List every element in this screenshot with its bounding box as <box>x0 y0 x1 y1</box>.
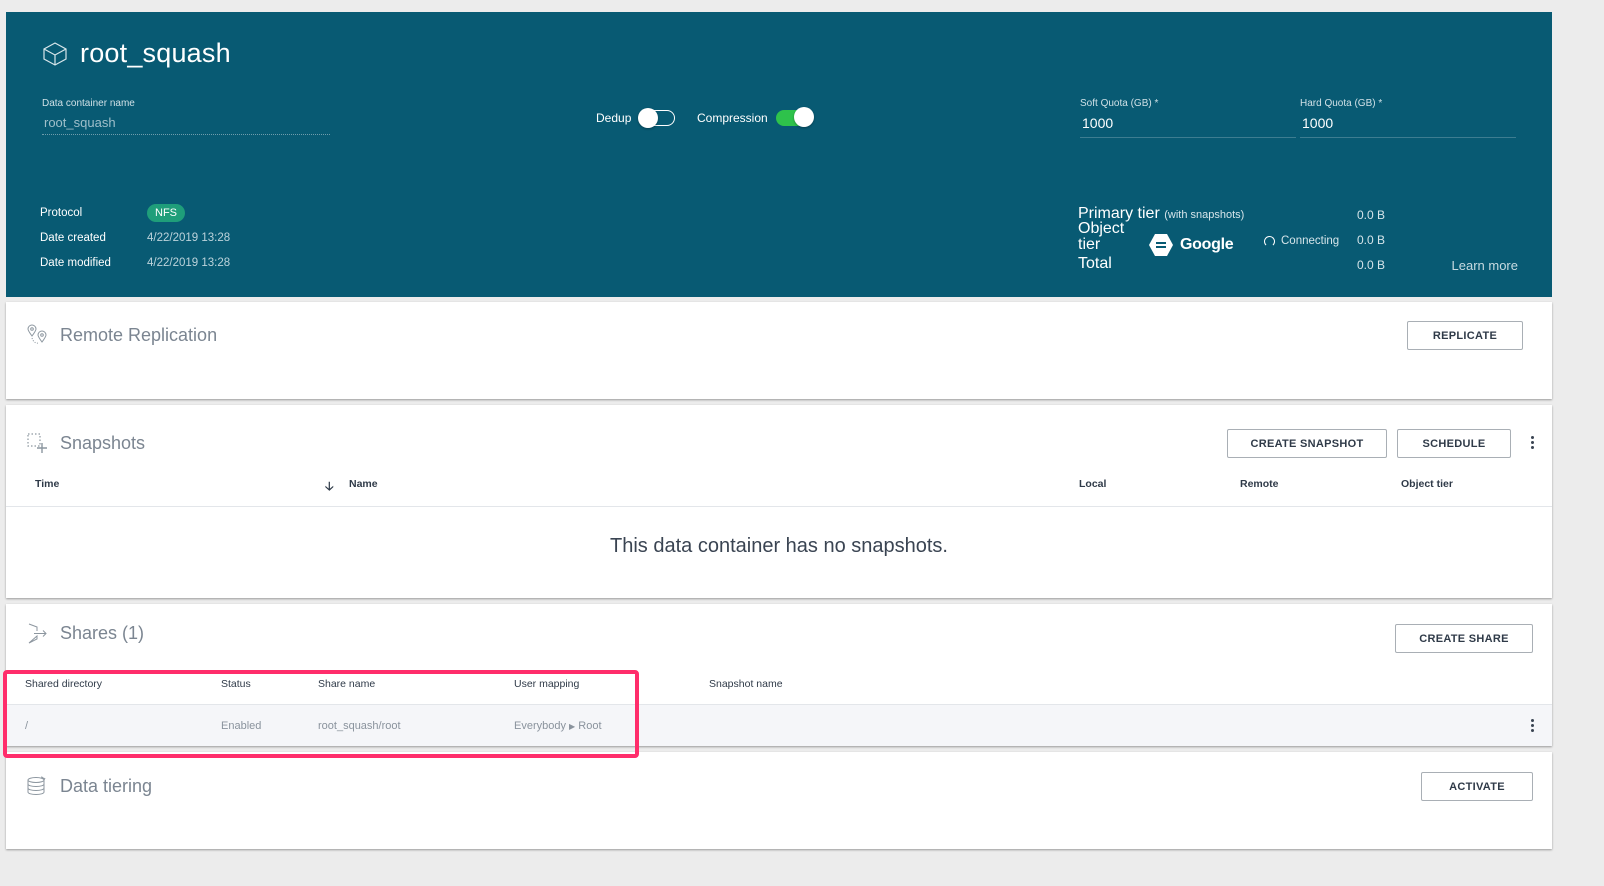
snapshots-title: Snapshots <box>60 432 146 453</box>
table-row[interactable]: / Enabled root_squash/root Everybody ▶ R… <box>6 704 1552 746</box>
share-export-icon <box>28 623 47 644</box>
remote-replication-card: Remote Replication REPLICATE <box>6 302 1552 399</box>
protocol-badge: NFS <box>147 203 185 222</box>
replicate-button[interactable]: REPLICATE <box>1407 321 1523 350</box>
snapshot-add-icon <box>27 433 47 453</box>
column-header-share-name[interactable]: Share name <box>318 678 375 690</box>
protocol-row: Protocol NFS <box>40 200 230 225</box>
column-header-time[interactable]: Time <box>35 478 59 490</box>
date-modified-row: Date modified 4/22/2019 13:28 <box>40 250 230 275</box>
column-header-name[interactable]: Name <box>349 478 378 490</box>
dedup-toggle[interactable] <box>638 108 676 128</box>
protocol-label: Protocol <box>40 206 83 219</box>
title-row: root_squash <box>42 38 231 69</box>
column-header-snapshot-name[interactable]: Snapshot name <box>709 678 783 690</box>
shares-heading: Shares (1) <box>26 622 144 644</box>
hard-quota-label: Hard Quota (GB) * <box>1300 98 1383 109</box>
table-divider <box>6 506 1552 507</box>
activate-button[interactable]: ACTIVATE <box>1421 772 1533 801</box>
column-header-shared-directory[interactable]: Shared directory <box>25 678 102 690</box>
object-tier-label: Object tier <box>1078 221 1124 253</box>
object-tier-label-line1: Object <box>1078 220 1125 237</box>
share-name-cell: root_squash/root <box>318 720 401 732</box>
column-header-object-tier[interactable]: Object tier <box>1401 478 1453 490</box>
empty-snapshots-message: This data container has no snapshots. <box>610 535 948 557</box>
total-value: 0.0 B <box>1357 258 1386 272</box>
dedup-label: Dedup <box>596 111 632 125</box>
status-cell: Enabled <box>221 720 262 732</box>
tier-usage: Primary tier (with snapshots) 0.0 B Obje… <box>1078 206 1518 281</box>
mapping-to: Root <box>578 720 602 732</box>
object-tier-value: 0.0 B <box>1357 233 1386 247</box>
object-tier-label-line2: tier <box>1078 236 1101 253</box>
soft-quota-input[interactable]: 1000 <box>1080 115 1296 138</box>
total-label: Total <box>1078 255 1112 272</box>
data-tiering-card: Data tiering ACTIVATE <box>6 752 1552 849</box>
column-header-status[interactable]: Status <box>221 678 251 690</box>
arrow-right-icon: ▶ <box>569 722 576 731</box>
column-header-user-mapping[interactable]: User mapping <box>514 678 579 690</box>
sort-descending-icon[interactable]: 🡣 <box>325 477 334 498</box>
toggle-knob <box>793 107 814 127</box>
primary-tier-value: 0.0 B <box>1357 208 1386 222</box>
snapshots-more-menu-icon[interactable] <box>1526 436 1538 449</box>
object-tier-row: Object tier Google Connecting 0.0 B <box>1078 221 1518 257</box>
learn-more-link[interactable]: Learn more <box>1452 258 1518 273</box>
column-header-remote[interactable]: Remote <box>1240 478 1279 490</box>
create-snapshot-button[interactable]: CREATE SNAPSHOT <box>1227 429 1387 458</box>
shared-directory-cell: / <box>25 720 29 732</box>
google-provider: Google <box>1148 233 1234 257</box>
schedule-button[interactable]: SCHEDULE <box>1397 429 1511 458</box>
toggle-knob <box>638 108 659 128</box>
location-pins-icon <box>27 324 47 344</box>
total-row: Total 0.0 B Learn more <box>1078 256 1518 281</box>
remote-replication-heading: Remote Replication <box>26 324 217 346</box>
primary-tier-row: Primary tier (with snapshots) 0.0 B <box>1078 206 1518 231</box>
primary-tier-note: (with snapshots) <box>1164 209 1245 221</box>
database-sync-icon <box>27 776 46 796</box>
hard-quota-field[interactable]: Hard Quota (GB) * 1000 <box>1300 98 1516 138</box>
mapping-from: Everybody <box>514 720 566 732</box>
data-tiering-heading: Data tiering <box>26 775 152 797</box>
create-share-button[interactable]: CREATE SHARE <box>1395 624 1533 653</box>
snapshots-heading: Snapshots <box>26 432 145 454</box>
user-mapping-cell: Everybody ▶ Root <box>514 720 602 732</box>
dedup-toggle-group: Dedup <box>596 108 676 128</box>
container-name-field[interactable]: Data container name root_squash <box>42 98 330 135</box>
google-cloud-icon <box>1149 234 1173 256</box>
snapshots-card: Snapshots CREATE SNAPSHOT SCHEDULE Time … <box>6 405 1552 598</box>
soft-quota-field[interactable]: Soft Quota (GB) * 1000 <box>1080 98 1296 138</box>
container-name-input[interactable]: root_squash <box>42 115 330 135</box>
data-tiering-title: Data tiering <box>60 775 153 796</box>
page-title: root_squash <box>80 38 231 68</box>
compression-toggle[interactable] <box>775 107 814 127</box>
connection-status-text: Connecting <box>1281 235 1340 247</box>
column-header-local[interactable]: Local <box>1079 478 1106 490</box>
date-created-value: 4/22/2019 13:28 <box>147 231 231 244</box>
container-header: root_squash Data container name root_squ… <box>6 12 1552 297</box>
remote-replication-title: Remote Replication <box>60 324 218 345</box>
date-modified-label: Date modified <box>40 256 111 269</box>
cube-icon <box>43 41 67 66</box>
google-label: Google <box>1180 236 1234 253</box>
compression-label: Compression <box>697 111 768 125</box>
container-meta: Protocol NFS Date created 4/22/2019 13:2… <box>40 200 230 275</box>
date-created-label: Date created <box>40 231 106 244</box>
shares-card: Shares (1) CREATE SHARE Shared directory… <box>6 604 1552 746</box>
shares-title: Shares (1) <box>60 622 145 643</box>
date-modified-value: 4/22/2019 13:28 <box>147 256 231 269</box>
hard-quota-input[interactable]: 1000 <box>1300 115 1516 138</box>
compression-toggle-group: Compression <box>697 107 814 127</box>
date-created-row: Date created 4/22/2019 13:28 <box>40 225 230 250</box>
soft-quota-label: Soft Quota (GB) * <box>1080 98 1159 109</box>
connection-status: Connecting <box>1264 235 1339 247</box>
share-row-more-menu-icon[interactable] <box>1526 719 1538 732</box>
spinner-icon <box>1264 235 1275 247</box>
container-name-label: Data container name <box>42 98 135 109</box>
